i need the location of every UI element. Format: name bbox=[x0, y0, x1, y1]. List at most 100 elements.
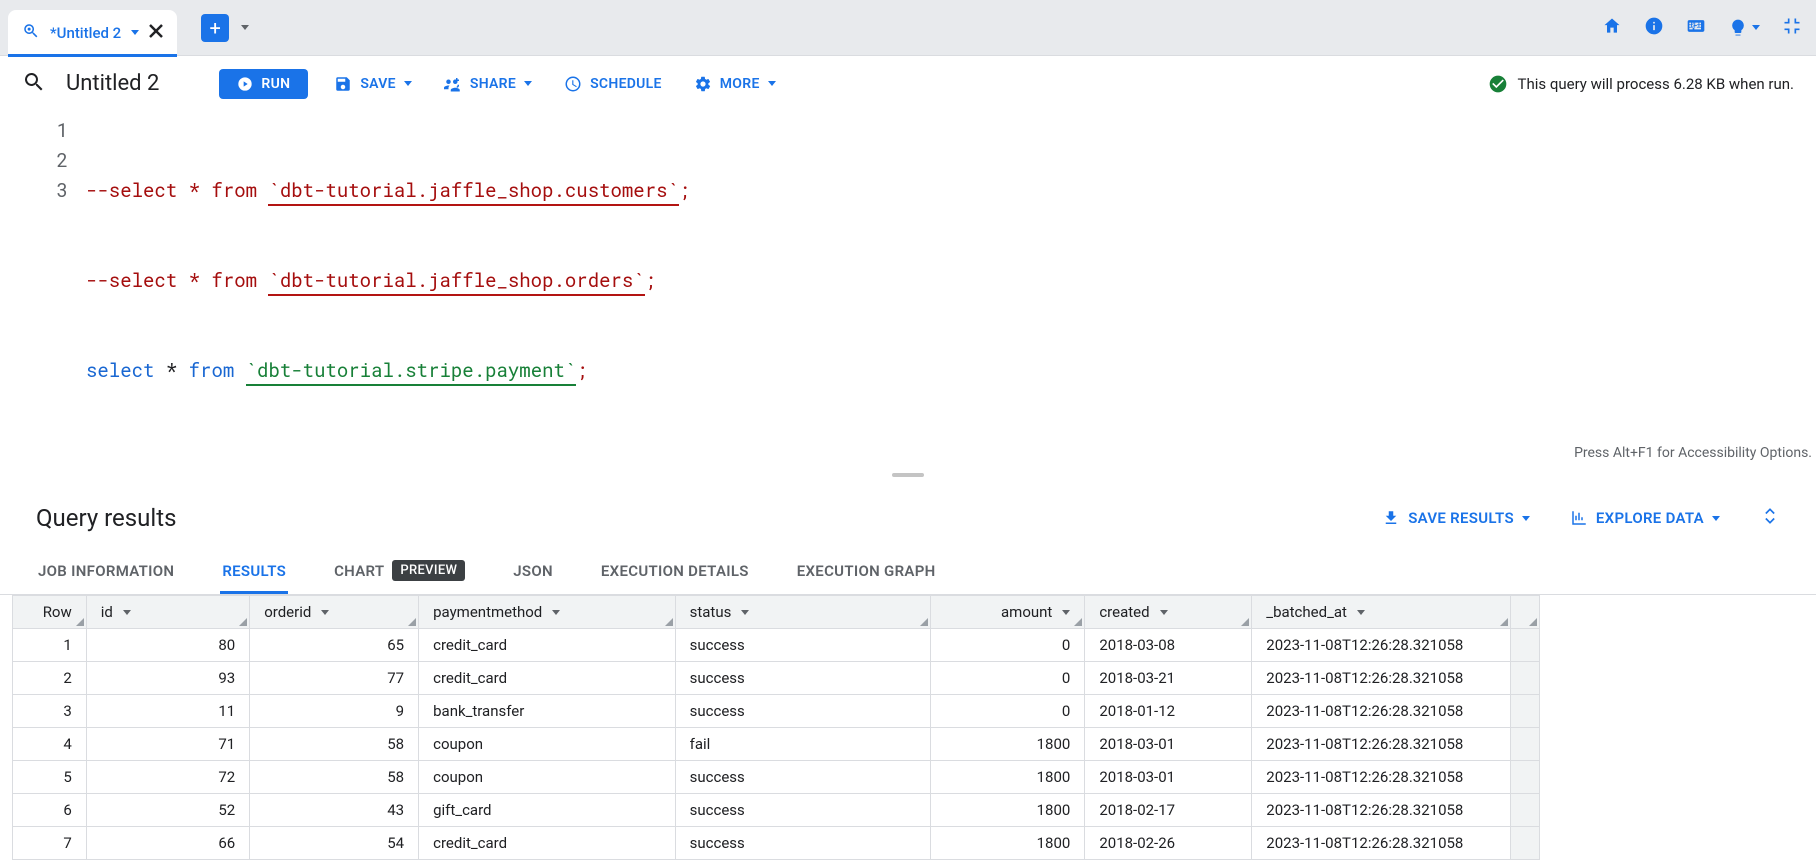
keyboard-icon[interactable] bbox=[1686, 16, 1706, 40]
tab-dropdown-icon[interactable] bbox=[131, 30, 139, 35]
tab-results[interactable]: RESULTS bbox=[220, 550, 288, 594]
schedule-button[interactable]: SCHEDULE bbox=[558, 75, 668, 93]
resize-handle[interactable] bbox=[76, 618, 84, 626]
line-number: 2 bbox=[0, 146, 68, 176]
col-id[interactable]: id bbox=[86, 596, 249, 629]
lightbulb-button[interactable] bbox=[1728, 18, 1760, 38]
table-row[interactable]: 76654credit_cardsuccess18002018-02-26202… bbox=[13, 827, 1540, 860]
expand-icon[interactable] bbox=[1760, 506, 1780, 530]
chevron-down-icon bbox=[321, 610, 329, 615]
resize-handle[interactable] bbox=[408, 618, 416, 626]
resize-handle[interactable] bbox=[1529, 618, 1537, 626]
drag-handle[interactable] bbox=[0, 464, 1816, 486]
home-icon[interactable] bbox=[1602, 16, 1622, 40]
cell-orderid: 77 bbox=[250, 662, 419, 695]
cell-batched: 2023-11-08T12:26:28.321058 bbox=[1252, 728, 1511, 761]
table-row[interactable]: 57258couponsuccess18002018-03-012023-11-… bbox=[13, 761, 1540, 794]
tab-chart[interactable]: CHARTPREVIEW bbox=[332, 550, 467, 594]
new-tab-button[interactable]: + bbox=[201, 14, 229, 42]
top-right-icons bbox=[1602, 16, 1802, 40]
chevron-down-icon bbox=[552, 610, 560, 615]
chevron-down-icon bbox=[768, 81, 776, 86]
save-results-button[interactable]: SAVE RESULTS bbox=[1382, 509, 1530, 527]
table-row[interactable]: 18065credit_cardsuccess02018-03-082023-1… bbox=[13, 629, 1540, 662]
code-area[interactable]: --select * from `dbt-tutorial.jaffle_sho… bbox=[86, 116, 1816, 446]
col-status[interactable]: status bbox=[675, 596, 931, 629]
cell-status: success bbox=[675, 695, 931, 728]
scrollbar[interactable] bbox=[1510, 662, 1539, 695]
tab-execution-details[interactable]: EXECUTION DETAILS bbox=[599, 550, 751, 594]
editor-tab[interactable]: *Untitled 2 bbox=[8, 10, 177, 56]
more-button[interactable]: MORE bbox=[688, 75, 782, 93]
resize-handle[interactable] bbox=[1241, 618, 1249, 626]
table-row[interactable]: 65243gift_cardsuccess18002018-02-172023-… bbox=[13, 794, 1540, 827]
line-number: 1 bbox=[0, 116, 68, 146]
info-icon[interactable] bbox=[1644, 16, 1664, 40]
scrollbar[interactable] bbox=[1510, 629, 1539, 662]
chevron-down-icon bbox=[1752, 25, 1760, 30]
explore-data-button[interactable]: EXPLORE DATA bbox=[1570, 509, 1720, 527]
scrollbar[interactable] bbox=[1510, 827, 1539, 860]
scrollbar[interactable] bbox=[1510, 794, 1539, 827]
tab-execution-graph[interactable]: EXECUTION GRAPH bbox=[795, 550, 938, 594]
scrollbar[interactable] bbox=[1510, 695, 1539, 728]
code-line: select * from `dbt-tutorial.stripe.payme… bbox=[86, 356, 1816, 386]
chevron-down-icon bbox=[1160, 610, 1168, 615]
results-table-wrap: Row id orderid paymentmethod status amou… bbox=[12, 595, 1816, 860]
table-row[interactable]: 3119bank_transfersuccess02018-01-122023-… bbox=[13, 695, 1540, 728]
share-button[interactable]: SHARE bbox=[438, 75, 538, 93]
resize-handle[interactable] bbox=[239, 618, 247, 626]
tab-json[interactable]: JSON bbox=[511, 550, 555, 594]
cell-row: 5 bbox=[13, 761, 87, 794]
run-button[interactable]: RUN bbox=[219, 69, 308, 99]
cell-status: fail bbox=[675, 728, 931, 761]
tab-title: *Untitled 2 bbox=[50, 24, 121, 42]
col-amount[interactable]: amount bbox=[931, 596, 1085, 629]
cell-amount: 0 bbox=[931, 629, 1085, 662]
scrollbar[interactable] bbox=[1510, 761, 1539, 794]
cell-batched: 2023-11-08T12:26:28.321058 bbox=[1252, 695, 1511, 728]
cell-id: 71 bbox=[86, 728, 249, 761]
chevron-down-icon bbox=[404, 81, 412, 86]
cell-row: 7 bbox=[13, 827, 87, 860]
save-button[interactable]: SAVE bbox=[328, 75, 418, 93]
col-paymentmethod[interactable]: paymentmethod bbox=[419, 596, 676, 629]
col-orderid[interactable]: orderid bbox=[250, 596, 419, 629]
cell-batched: 2023-11-08T12:26:28.321058 bbox=[1252, 629, 1511, 662]
tab-job-information[interactable]: JOB INFORMATION bbox=[36, 550, 176, 594]
table-header-row: Row id orderid paymentmethod status amou… bbox=[13, 596, 1540, 629]
sql-editor[interactable]: 1 2 3 --select * from `dbt-tutorial.jaff… bbox=[0, 112, 1816, 450]
collapse-icon[interactable] bbox=[1782, 16, 1802, 40]
cell-orderid: 58 bbox=[250, 761, 419, 794]
resize-handle[interactable] bbox=[1500, 618, 1508, 626]
scrollbar[interactable] bbox=[1510, 596, 1539, 629]
col-row[interactable]: Row bbox=[13, 596, 87, 629]
cell-paymentmethod: gift_card bbox=[419, 794, 676, 827]
cell-orderid: 58 bbox=[250, 728, 419, 761]
chevron-down-icon bbox=[123, 610, 131, 615]
cell-batched: 2023-11-08T12:26:28.321058 bbox=[1252, 662, 1511, 695]
cell-id: 52 bbox=[86, 794, 249, 827]
table-row[interactable]: 29377credit_cardsuccess02018-03-212023-1… bbox=[13, 662, 1540, 695]
new-tab-dropdown-icon[interactable] bbox=[241, 25, 249, 30]
download-icon bbox=[1382, 509, 1400, 527]
cell-status: success bbox=[675, 761, 931, 794]
cell-paymentmethod: coupon bbox=[419, 761, 676, 794]
resize-handle[interactable] bbox=[665, 618, 673, 626]
close-tab-button[interactable] bbox=[149, 24, 163, 42]
cell-row: 4 bbox=[13, 728, 87, 761]
result-tabs: JOB INFORMATION RESULTS CHARTPREVIEW JSO… bbox=[0, 542, 1816, 595]
resize-handle[interactable] bbox=[1074, 618, 1082, 626]
cell-orderid: 9 bbox=[250, 695, 419, 728]
scrollbar[interactable] bbox=[1510, 728, 1539, 761]
table-row[interactable]: 47158couponfail18002018-03-012023-11-08T… bbox=[13, 728, 1540, 761]
cell-id: 72 bbox=[86, 761, 249, 794]
col-batched-at[interactable]: _batched_at bbox=[1252, 596, 1511, 629]
cell-status: success bbox=[675, 794, 931, 827]
share-icon bbox=[444, 75, 462, 93]
resize-handle[interactable] bbox=[920, 618, 928, 626]
cell-created: 2018-01-12 bbox=[1085, 695, 1252, 728]
col-created[interactable]: created bbox=[1085, 596, 1252, 629]
cell-paymentmethod: credit_card bbox=[419, 662, 676, 695]
cell-paymentmethod: bank_transfer bbox=[419, 695, 676, 728]
